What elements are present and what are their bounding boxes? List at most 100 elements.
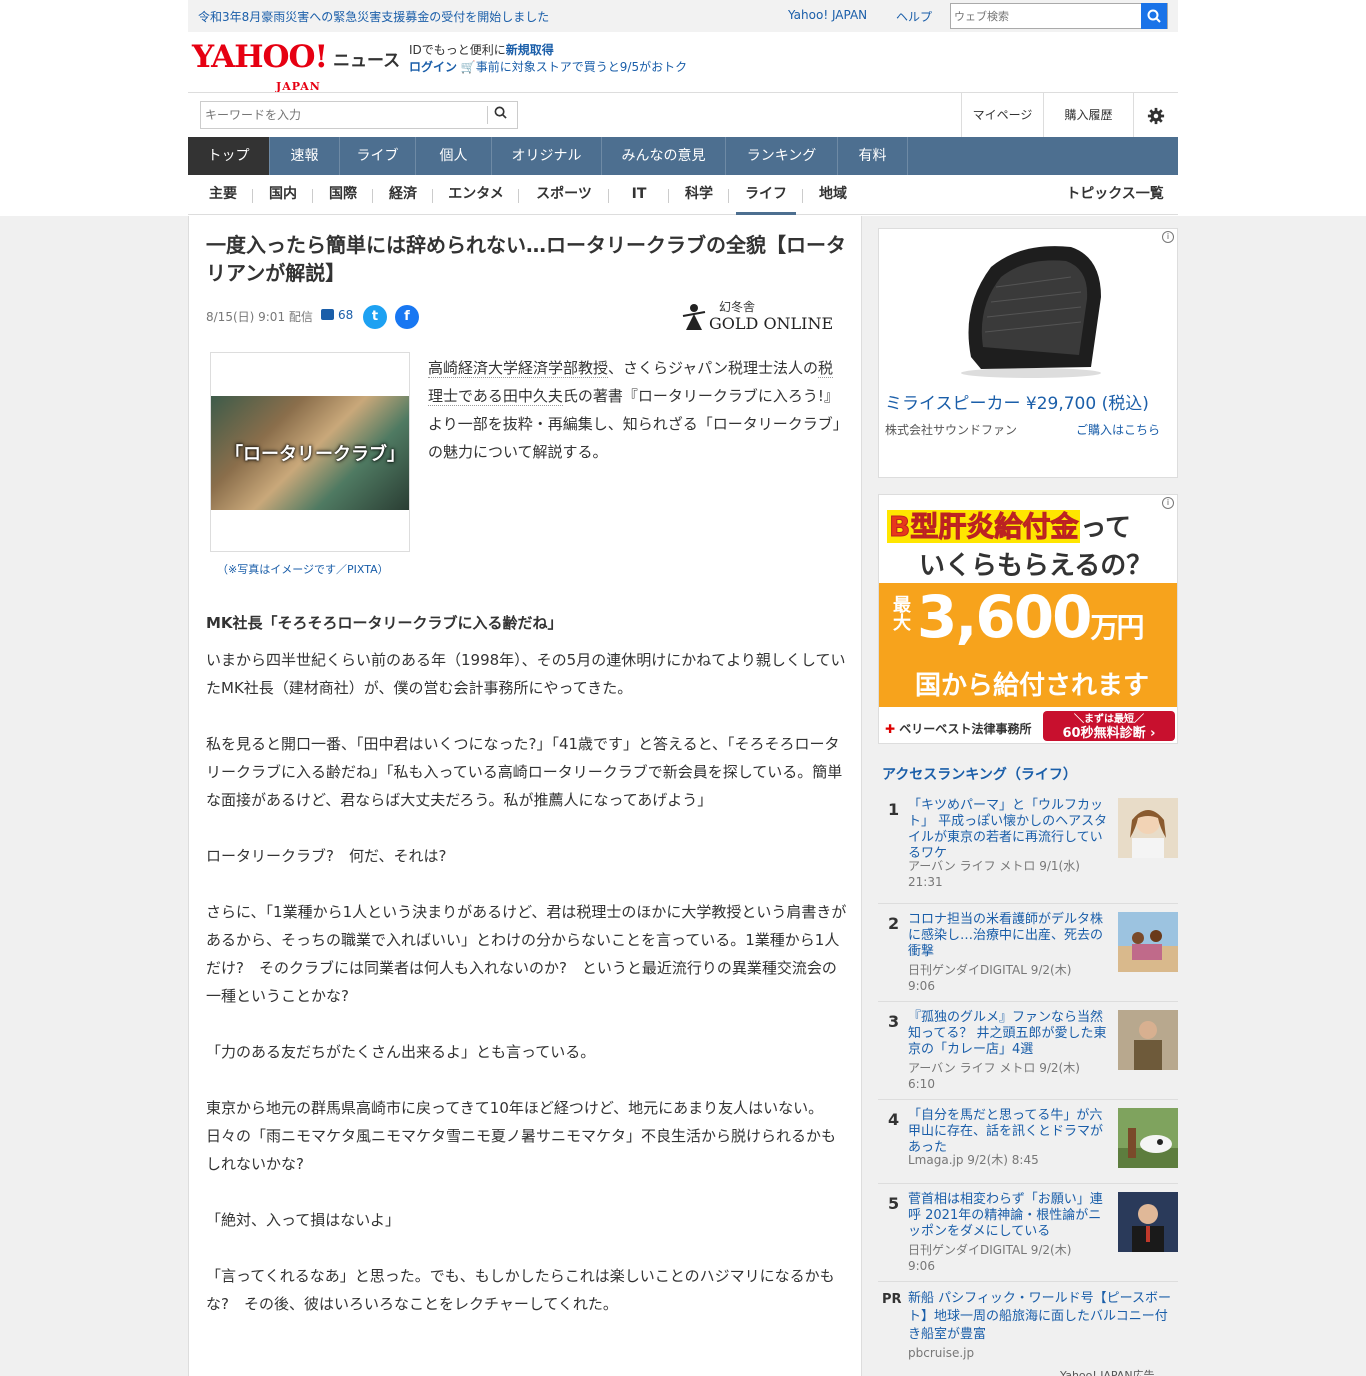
ad-headline-highlight: B型肝炎給付金	[887, 510, 1081, 544]
ad-product-name: ミライスピーカー ¥29,700 (税込)	[885, 394, 1149, 414]
divider	[372, 189, 373, 203]
header: YAHOO! JAPAN ニュース IDでもっと便利に新規取得 ログイン 🛒事前に…	[188, 32, 1178, 94]
article-photo[interactable]: 「ロータリークラブ」	[210, 352, 410, 552]
keyword-input[interactable]	[201, 102, 471, 128]
ranking-item[interactable]: 3 『孤独のグルメ』ファンなら当然知ってる？ 井之頭五郎が愛した東京の「カレー店…	[878, 1002, 1178, 1100]
ranking-thumbnail	[1118, 912, 1178, 972]
help-link[interactable]: ヘルプ	[896, 8, 932, 25]
tab-opinions[interactable]: みんなの意見	[602, 137, 726, 175]
tab-ranking[interactable]: ランキング	[726, 137, 838, 175]
tab-live[interactable]: ライブ	[340, 137, 416, 175]
ad-company: 株式会社サウンドファン	[885, 423, 1018, 437]
source-logo[interactable]: 幻冬舎 GOLD ONLINE	[679, 296, 845, 336]
photo-label: 「ロータリークラブ」	[225, 444, 405, 465]
tab-paid[interactable]: 有料	[838, 137, 908, 175]
tab-breaking[interactable]: 速報	[270, 137, 340, 175]
ad-max-label: 最大	[893, 595, 911, 634]
hepatitis-ad[interactable]: B型肝炎給付金って いくらもらえるの？ 最大 3,600万円 国から給付されます…	[878, 494, 1178, 744]
yahoo-logo[interactable]: YAHOO! JAPAN	[192, 42, 328, 94]
cart-icon: 🛒	[460, 60, 476, 74]
ad-footer: ✚ ベリーベスト法律事務所 ＼まずは最短／ 60秒無料診断 ›	[879, 707, 1177, 743]
divider	[518, 189, 519, 203]
ad-info-icon[interactable]: i	[1162, 497, 1174, 509]
ranking-thumbnail	[1118, 798, 1178, 858]
web-search-input[interactable]	[951, 4, 1141, 28]
main-nav: トップ 速報 ライブ 個人 オリジナル みんなの意見 ランキング 有料	[188, 137, 1178, 175]
ad-info-icon[interactable]: i	[1162, 231, 1174, 243]
ad-headline: B型肝炎給付金って いくらもらえるの？	[879, 495, 1177, 583]
comment-icon	[321, 309, 334, 320]
tab-original[interactable]: オリジナル	[492, 137, 602, 175]
category-life[interactable]: ライフ	[736, 175, 796, 215]
category-region[interactable]: 地域	[808, 175, 858, 215]
register-link[interactable]: 新規取得	[506, 43, 554, 57]
divider	[312, 189, 313, 203]
article-body: いまから四半世紀くらい前のある年（1998年）、その5月の連休明けにかねてより親…	[206, 646, 850, 1346]
comment-count[interactable]: 68	[321, 308, 353, 322]
tab-individual[interactable]: 個人	[416, 137, 492, 175]
ranking-item[interactable]: 4 「自分を馬だと思ってる牛」が六甲山に存在、話を訊くとドラマがあった Lmag…	[878, 1100, 1178, 1184]
law-firm-logo-icon: ✚	[885, 722, 900, 736]
ranking-item[interactable]: 5 菅首相は相変わらず「お願い」連呼 2021年の精神論・根性論がニッポンをダメ…	[878, 1184, 1178, 1282]
category-sports[interactable]: スポーツ	[524, 175, 604, 215]
speaker-ad[interactable]: i ミライスピーカー ¥29,700 (税込) 株式会社サウンドファン ご購入は…	[878, 228, 1178, 478]
category-entertainment[interactable]: エンタメ	[438, 175, 514, 215]
pr-title: 新船 パシフィック・ワールド号【ピースボート】地球一周の船旅海に面したバルコニー…	[908, 1291, 1171, 1342]
category-domestic[interactable]: 国内	[258, 175, 308, 215]
paragraph: 「力のある友だちがたくさん出来るよ」とも言っている。	[206, 1043, 596, 1061]
service-name: ニュース	[333, 51, 401, 71]
ranking-item[interactable]: 2 コロナ担当の米看護師がデルタ株に感染し…治療中に出産、死去の衝撃 日刊ゲンダ…	[878, 904, 1178, 1002]
access-ranking: アクセスランキング（ライフ） 1 「キツめパーマ」と「ウルフカット」 平成っぽい…	[878, 756, 1178, 1376]
tab-top[interactable]: トップ	[188, 137, 270, 175]
paragraph: いまから四半世紀くらい前のある年（1998年）、その5月の連休明けにかねてより親…	[206, 651, 846, 697]
author-affiliation-link[interactable]: 高崎経済大学経済学部教授	[428, 359, 609, 378]
speaker-image	[961, 246, 1101, 378]
promo-link[interactable]: 事前に対象ストアで買うと9/5がおトク	[476, 60, 687, 74]
divider	[728, 189, 729, 203]
category-it[interactable]: IT	[614, 175, 664, 215]
publish-date: 8/15(日) 9:01 配信	[206, 310, 313, 324]
divider	[432, 189, 433, 203]
gear-icon[interactable]	[1133, 93, 1178, 137]
ranking-heading: アクセスランキング（ライフ）	[882, 767, 1077, 783]
pr-label: PR	[882, 1292, 902, 1307]
divider	[668, 189, 669, 203]
article-lead: 高崎経済大学経済学部教授、さくらジャパン税理士法人の税理士である田中久夫氏の著書…	[428, 359, 848, 461]
food-image: 「ロータリークラブ」	[211, 396, 409, 510]
mypage-link[interactable]: マイページ	[961, 93, 1043, 137]
facebook-share-icon[interactable]: f	[395, 305, 419, 329]
twitter-share-icon[interactable]: t	[363, 305, 387, 329]
paragraph: 「絶対、入って損はないよ」	[206, 1211, 400, 1229]
ranking-thumbnail	[1118, 1010, 1178, 1070]
samurai-logo-icon	[682, 304, 706, 330]
ranking-thumbnail	[1118, 1108, 1178, 1168]
category-main[interactable]: 主要	[198, 175, 248, 215]
ad-cta-button[interactable]: ＼まずは最短／ 60秒無料診断 ›	[1043, 711, 1175, 741]
divider	[252, 189, 253, 203]
category-science[interactable]: 科学	[674, 175, 724, 215]
purchase-history-link[interactable]: 購入履歴	[1043, 93, 1133, 137]
disaster-donation-link[interactable]: 令和3年8月豪雨災害への緊急災害支援募金の受付を開始しました	[198, 8, 549, 25]
paragraph: ロータリークラブ? 何だ、それは?	[206, 847, 447, 865]
search-icon[interactable]	[1141, 3, 1167, 29]
paragraph: 東京から地元の群馬県高崎市に戻ってきて10年ほど経つけど、地元にあまり友人はいな…	[206, 1099, 837, 1173]
ranking-item[interactable]: 1 「キツめパーマ」と「ウルフカット」 平成っぽい懐かしのヘアスタイルが東京の若…	[878, 790, 1178, 904]
divider	[802, 189, 803, 203]
login-link[interactable]: ログイン	[409, 60, 457, 74]
yahoo-japan-link[interactable]: Yahoo! JAPAN	[788, 8, 867, 22]
paragraph: 「言ってくれるなあ」と思った。でも、もしかしたらこれは楽しいことのハジマリになる…	[206, 1267, 835, 1313]
ranking-thumbnail	[1118, 1192, 1178, 1252]
pr-source: pbcruise.jp	[908, 1346, 975, 1360]
article-title: 一度入ったら簡単には辞められない…ロータリークラブの全貌【ロータリアンが解説】	[206, 233, 846, 285]
category-world[interactable]: 国際	[318, 175, 368, 215]
ad-buy-link[interactable]: ご購入はこちら	[1076, 421, 1160, 438]
category-economy[interactable]: 経済	[378, 175, 428, 215]
ad-subtext: 国から給付されます	[915, 671, 1150, 701]
pr-ad[interactable]: PR 新船 パシフィック・ワールド号【ピースボート】地球一周の船旅海に面したバル…	[878, 1282, 1178, 1376]
topics-list-link[interactable]: トピックス一覧	[1060, 175, 1170, 215]
ad-amount: 3,600万円	[917, 583, 1144, 651]
search-icon[interactable]	[487, 106, 513, 124]
yahoo-ad-label: Yahoo! JAPAN広告	[1060, 1369, 1155, 1376]
divider	[608, 189, 609, 203]
ad-amount-banner: 最大 3,600万円 国から給付されます	[879, 583, 1177, 707]
